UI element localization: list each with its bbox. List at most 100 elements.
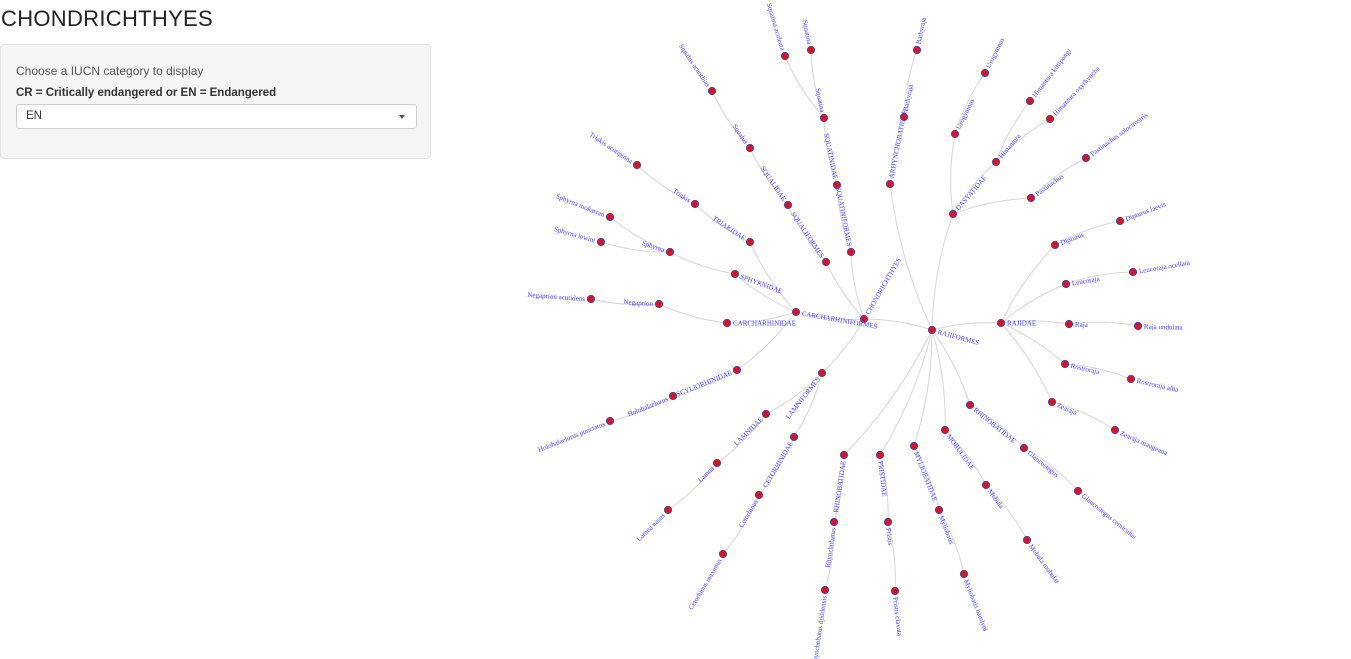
tree-node-dot[interactable] (832, 180, 842, 190)
tree-node-dot[interactable] (829, 517, 839, 527)
tree-node-dot[interactable] (1061, 279, 1071, 289)
tree-node-scyliorhinidae[interactable]: SCYLIORHINIDAE (675, 365, 742, 398)
tree-node-squalus-acanthias[interactable]: Squalus acanthias (677, 42, 717, 96)
tree-node-glaucostegus-cemiculus[interactable]: Glaucostegus cemiculus (1073, 486, 1138, 541)
tree-node-dot[interactable] (707, 86, 717, 96)
tree-node-squalus[interactable]: Squalus (731, 123, 755, 153)
tree-node-rhinobatidae[interactable]: RHINOBATIDAE (832, 450, 849, 513)
tree-node-dot[interactable] (730, 269, 740, 279)
tree-node-cetorhinus-maximus[interactable]: Cetorhinus maximus (687, 549, 728, 611)
tree-node-sphyrna-mokarran[interactable]: Sphyrna mokarran (555, 192, 615, 222)
tree-node-rhynchobatus-djiddensis[interactable]: Rhynchobatus djiddensis (811, 585, 830, 659)
tree-node-lamna-nasus[interactable]: Lamna nasus (635, 505, 673, 543)
tree-node-urogymnus[interactable]: Urogymnus (950, 97, 976, 139)
tree-node-dot[interactable] (950, 129, 960, 139)
tree-node-squatiniformes[interactable]: SQUATINIFORMES (834, 186, 856, 257)
tree-node-dot[interactable] (927, 325, 937, 335)
tree-node-dot[interactable] (605, 212, 615, 222)
tree-node-lamnidae[interactable]: LAMNIDAE (732, 409, 771, 447)
tree-node-dot[interactable] (820, 585, 830, 595)
tree-node-dot[interactable] (806, 45, 816, 55)
tree-node-dot[interactable] (1126, 374, 1136, 384)
tree-node-dot[interactable] (722, 318, 732, 328)
tree-node-dot[interactable] (780, 51, 790, 61)
tree-node-leucoraja[interactable]: Leucoraja (1061, 275, 1101, 289)
tree-node-dot[interactable] (899, 112, 909, 122)
tree-node-dot[interactable] (605, 416, 615, 426)
tree-node-dot[interactable] (890, 586, 900, 596)
tree-node-sphyrna-lewini[interactable]: Sphyrna lewini (553, 225, 606, 247)
tree-node-raja-undulata[interactable]: Raja undulata (1133, 321, 1184, 332)
tree-node-dot[interactable] (981, 480, 991, 490)
tree-node-dot[interactable] (948, 209, 958, 219)
tree-node-dot[interactable] (940, 425, 950, 435)
tree-node-lamna[interactable]: Lamna (696, 458, 722, 484)
tree-node-dot[interactable] (1060, 359, 1070, 369)
tree-node-dot[interactable] (663, 505, 673, 515)
tree-node-dot[interactable] (690, 199, 700, 209)
tree-node-dot[interactable] (996, 318, 1006, 328)
tree-node-dot[interactable] (586, 294, 596, 304)
tree-node-triakis-acutipinna[interactable]: Triakis acutipinna (588, 130, 642, 170)
tree-node-dot[interactable] (817, 368, 827, 378)
tree-node-dot[interactable] (883, 517, 893, 527)
tree-node-squatina[interactable]: Squatina (814, 87, 829, 123)
tree-node-holohalaelurus[interactable]: Holohalaelurus (626, 391, 678, 418)
tree-node-dot[interactable] (965, 400, 975, 410)
tree-node-dot[interactable] (668, 391, 678, 401)
tree-node-zearaja-maugeana[interactable]: Zearaja maugeana (1110, 425, 1169, 458)
tree-node-dot[interactable] (732, 365, 742, 375)
tree-node-lamniformes[interactable]: LAMNIFORMES (784, 368, 827, 421)
tree-node-dot[interactable] (761, 409, 771, 419)
tree-node-dot[interactable] (1047, 397, 1057, 407)
tree-node-dot[interactable] (745, 143, 755, 153)
tree-node-squaliformes[interactable]: SQUALIFORMES (789, 210, 831, 267)
tree-node-dot[interactable] (875, 450, 885, 460)
tree-node-dot[interactable] (821, 257, 831, 267)
tree-node-dot[interactable] (791, 307, 801, 317)
tree-node-dot[interactable] (980, 68, 990, 78)
tree-node-glaucostegus[interactable]: Glaucostegus (1019, 443, 1060, 479)
tree-node-pristidae[interactable]: PRISTIDAE (875, 450, 888, 497)
tree-node-dot[interactable] (839, 450, 849, 460)
tree-node-dot[interactable] (1022, 535, 1032, 545)
tree-node-squatinidae[interactable]: SQUATINIDAE (822, 133, 842, 190)
tree-node-negaprion[interactable]: Negaprion (623, 298, 664, 309)
tree-node-dot[interactable] (754, 490, 764, 500)
tree-node-leucoraja-ocellata[interactable]: Leucoraja ocellata (1128, 259, 1191, 277)
tree-node-rostroraja-alba[interactable]: Rostroraja alba (1126, 374, 1180, 394)
tree-node-myliobatidae[interactable]: MYLIOBATIDAE (909, 441, 939, 502)
tree-node-dot[interactable] (1026, 193, 1036, 203)
tree-node-dot[interactable] (718, 549, 728, 559)
tree-node-holohalaelurus-punctatus[interactable]: Holohalaelurus punctatus (537, 416, 615, 454)
tree-node-dot[interactable] (819, 113, 829, 123)
tree-node-bathyraja[interactable]: Bathyraja (912, 16, 928, 55)
tree-node-dasyatidae[interactable]: DASYATIDAE (948, 174, 988, 219)
tree-node-pristis[interactable]: Pristis (883, 517, 894, 546)
tree-node-negaprion-acutidens[interactable]: Negaprion acutidens (527, 291, 596, 304)
tree-node-dot[interactable] (1050, 240, 1060, 250)
tree-node-himantura[interactable]: Himantura (991, 132, 1023, 167)
tree-node-dot[interactable] (745, 237, 755, 247)
tree-node-dot[interactable] (1133, 321, 1143, 331)
tree-node-dot[interactable] (959, 569, 969, 579)
tree-node-dot[interactable] (1115, 216, 1125, 226)
tree-node-dot[interactable] (1045, 114, 1055, 124)
tree-node-zearaja[interactable]: Zearaja (1047, 397, 1079, 417)
tree-node-rajidae[interactable]: RAJIDAE (996, 318, 1036, 328)
tree-node-squatina-aculeata[interactable]: Squatina aculeata (765, 2, 790, 61)
tree-node-dot[interactable] (789, 432, 799, 442)
tree-node-pastinachus-solocirostris[interactable]: Pastinachus solocirostris (1081, 111, 1150, 163)
tree-node-dot[interactable] (1073, 486, 1083, 496)
tree-node-dipturus[interactable]: Dipturus (1050, 231, 1085, 250)
tree-node-rhinobatidae[interactable]: RHINOBATIDAE (965, 400, 1017, 445)
tree-node-dot[interactable] (1019, 443, 1029, 453)
tree-node-mobula[interactable]: Mobula (981, 480, 1006, 511)
tree-node-dot[interactable] (846, 247, 856, 257)
tree-node-dot[interactable] (1081, 153, 1091, 163)
tree-node-cetorhinus[interactable]: Cetorhinus (737, 490, 764, 529)
tree-node-urogymnus[interactable]: Urogymnus (980, 36, 1006, 78)
tree-node-dot[interactable] (909, 441, 919, 451)
tree-node-dot[interactable] (654, 299, 664, 309)
tree-node-dipturus-laevis[interactable]: Dipturus laevis (1115, 200, 1167, 226)
